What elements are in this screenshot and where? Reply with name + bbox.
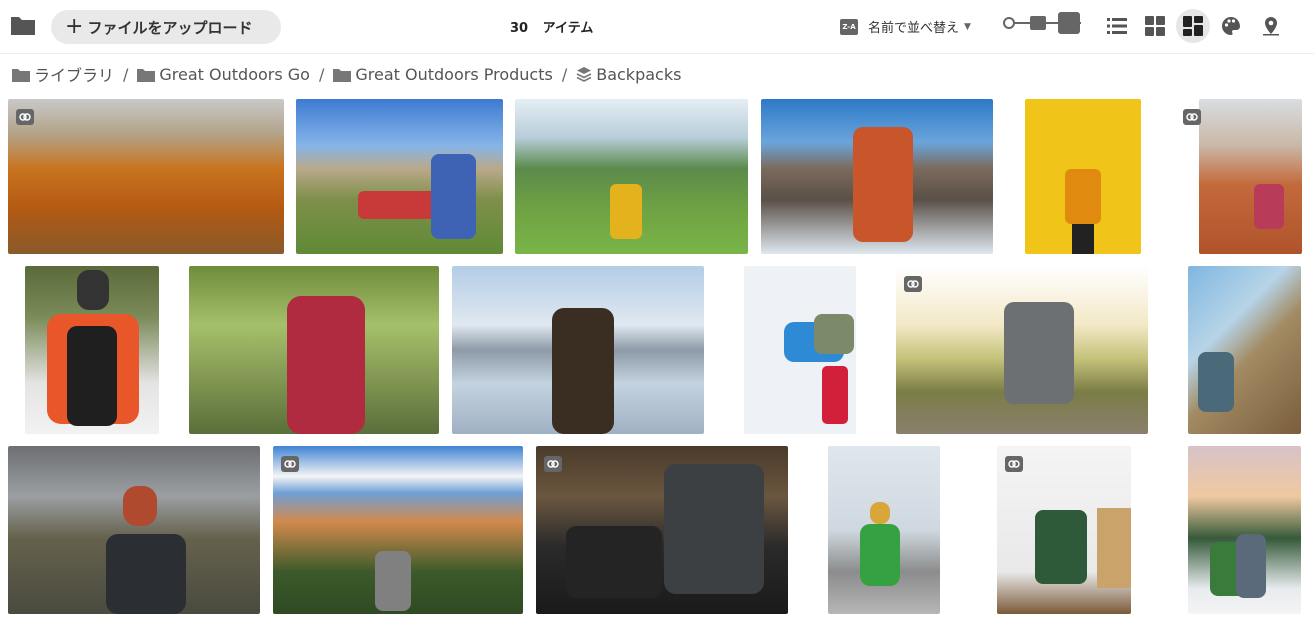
thumbnail-green-pack-wall-tools[interactable] [997,446,1131,614]
breadcrumb-item-great-outdoors-go[interactable]: Great Outdoors Go [137,65,310,84]
sort-dropdown[interactable]: Z-A 名前で並べ替え ▼ [840,17,971,36]
grid-view-icon[interactable] [1138,9,1172,43]
sort-label: 名前で並べ替え [868,21,960,36]
linked-icon [904,276,922,292]
breadcrumb-item-backpacks[interactable]: Backpacks [576,65,681,84]
breadcrumb-item-great-outdoors-products[interactable]: Great Outdoors Products [333,64,553,84]
breadcrumb-item-library[interactable]: ライブラリ [12,62,114,86]
thumbnail-snow-climber-blue[interactable] [744,266,856,434]
thumbnail-red-blue-backpacks-grass[interactable] [296,99,503,254]
upload-button-label: ファイルをアップロード [87,18,253,37]
linked-icon [281,456,299,472]
folder-icon[interactable] [10,14,38,40]
linked-icon [1183,109,1201,125]
thumbnail-orange-jacket-black-pack[interactable] [25,266,159,434]
color-palette-icon[interactable] [1214,9,1248,43]
thumbnail-yellow-wall-backpack[interactable] [1025,99,1141,254]
toolbar: + ファイルをアップロード 30 アイテム Z-A 名前で並べ替え ▼ [0,0,1314,54]
linked-icon [1005,456,1023,472]
layers-icon [576,67,592,82]
linked-icon [16,109,34,125]
folder-icon [137,68,156,82]
breadcrumb-label: Great Outdoors Products [355,64,553,84]
thumbnail-desert-canyon-hiker[interactable] [1199,99,1302,254]
breadcrumb: ライブラリ / Great Outdoors Go / Great Outdoo… [12,62,681,86]
list-view-icon[interactable] [1100,9,1134,43]
sort-za-icon: Z-A [840,18,858,35]
thumbnail-gray-pack-sunset-rock[interactable] [896,266,1148,434]
thumbnail-gray-packs-car[interactable] [536,446,788,614]
thumbnail-orange-pack-mountains[interactable] [761,99,993,254]
thumbnail-hiker-yellow-pack-valley[interactable] [515,99,748,254]
breadcrumb-label: Great Outdoors Go [159,64,310,84]
breadcrumb-separator: / [123,64,129,84]
thumbnail-cliff-smiling-hiker[interactable] [1188,266,1301,434]
thumbnail-lake-reflection-hiker[interactable] [452,266,704,434]
thumbnail-autumn-trail-hiker[interactable] [8,99,284,254]
thumbnail-red-beanie-mountain[interactable] [8,446,260,614]
breadcrumb-label: Backpacks [596,64,682,84]
thumbnail-snowy-hill-sunset-hiker[interactable] [1188,446,1301,614]
thumbnail-size-slider[interactable] [1003,12,1083,34]
chevron-down-icon: ▼ [964,21,971,32]
thumbnail-red-pack-forest[interactable] [189,266,439,434]
linked-icon [544,456,562,472]
item-count: 30 アイテム [510,17,593,36]
item-count-unit: アイテム [542,21,594,36]
folder-icon [333,68,352,82]
upload-file-button[interactable]: + ファイルをアップロード [51,10,281,44]
thumbnail-canyon-overlook-hiker[interactable] [273,446,523,614]
item-count-number: 30 [510,21,529,36]
plus-icon: + [65,14,84,39]
thumbnail-green-pack-snow-street[interactable] [828,446,940,614]
folder-icon [12,68,30,82]
breadcrumb-separator: / [318,64,325,84]
breadcrumb-label: ライブラリ [34,66,115,85]
map-pin-icon[interactable] [1254,9,1288,43]
breadcrumb-separator: / [561,64,568,84]
masonry-view-icon[interactable] [1176,9,1210,43]
